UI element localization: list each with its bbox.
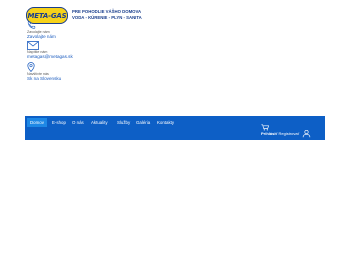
nav-item-domov[interactable]: Domov — [27, 118, 47, 127]
contact-phone-value[interactable]: Zavolajte nám — [27, 34, 56, 39]
nav-item-sluzby[interactable]: Služby — [114, 118, 133, 127]
account-links: Prihlásiť Registrovať — [261, 129, 311, 138]
main-navigation: Domov E-shop O nás Aktuality Služby Galé… — [25, 116, 325, 140]
contact-email-value[interactable]: metagas@metagas.sk — [27, 54, 73, 59]
nav-item-kontakty[interactable]: Kontakty — [154, 118, 177, 127]
login-link[interactable]: Prihlásiť — [261, 131, 277, 136]
nav-item-galeria[interactable]: Galéria — [133, 118, 153, 127]
tagline-line2: VODA - KÚRENIE - PLYN - SANITA — [72, 15, 142, 20]
nav-item-aktuality[interactable]: Aktuality — [88, 118, 111, 127]
contact-location[interactable]: Navštívte nás Sk na Slovensku — [27, 62, 61, 81]
location-icon — [27, 62, 35, 72]
nav-item-e-shop[interactable]: E-shop — [49, 118, 69, 127]
contact-phone[interactable]: Zavolajte nám Zavolajte nám — [27, 20, 56, 39]
tagline: PRE POHODLIE VÁŠHO DOMOVA VODA - KÚRENIE… — [72, 9, 142, 21]
contact-location-value[interactable]: Sk na Slovensku — [27, 76, 61, 81]
nav-item-o-nas[interactable]: O nás — [69, 118, 87, 127]
phone-icon — [27, 21, 36, 29]
contact-email[interactable]: Napíšte nám metagas@metagas.sk — [27, 41, 73, 59]
mail-icon — [27, 41, 39, 50]
user-icon[interactable] — [302, 129, 311, 138]
logo-text: META-GAS — [27, 11, 67, 20]
register-link[interactable]: Registrovať — [279, 131, 300, 136]
